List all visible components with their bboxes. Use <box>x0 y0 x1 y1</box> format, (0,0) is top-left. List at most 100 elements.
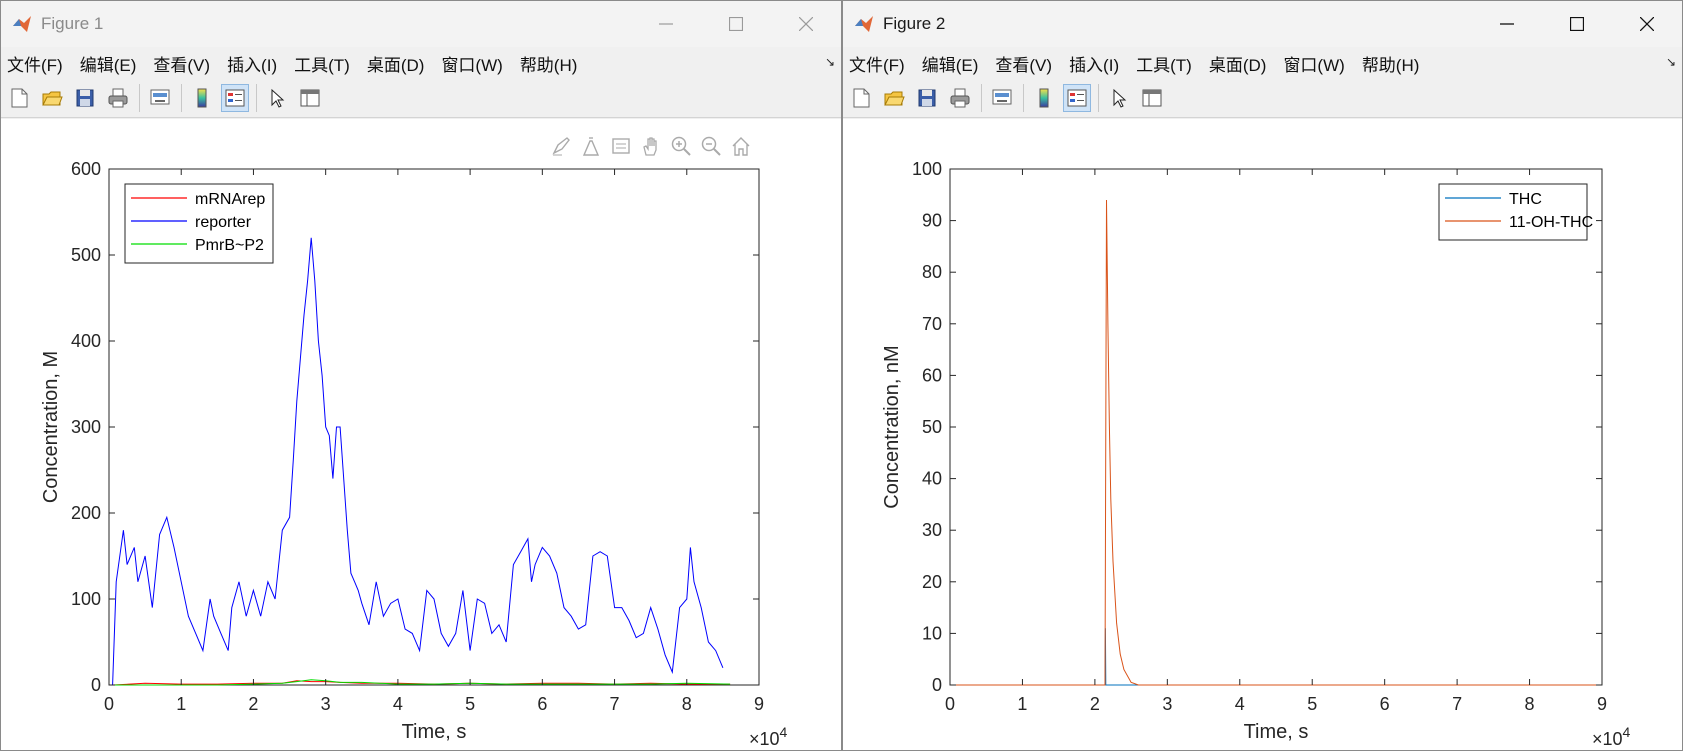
figure1-title: Figure 1 <box>41 14 104 33</box>
home-icon[interactable] <box>728 133 753 158</box>
legend: THC 11-OH-THC <box>1438 183 1593 241</box>
open-file-icon[interactable] <box>880 84 908 112</box>
menu-desktop[interactable]: 桌面(D) <box>367 51 425 76</box>
save-icon[interactable] <box>913 84 941 112</box>
figure2-menu-bar: 文件(F) 编辑(E) 查看(V) 插入(I) 工具(T) 桌面(D) 窗口(W… <box>843 47 1682 79</box>
legend-icon[interactable] <box>221 84 249 112</box>
link-plot-icon[interactable] <box>146 84 174 112</box>
legend-label-1: reporter <box>195 214 252 231</box>
x-tick-label: 6 <box>537 694 547 714</box>
toolbar-separator <box>1098 84 1099 112</box>
dock-arrow-icon[interactable]: ↘ <box>825 55 835 69</box>
minimize-icon[interactable] <box>1472 1 1542 47</box>
x-tick-label: 7 <box>610 694 620 714</box>
legend-label-0: mRNArep <box>195 191 265 208</box>
menu-edit[interactable]: 编辑(E) <box>922 51 979 76</box>
x-tick-label: 9 <box>1597 694 1607 714</box>
y-tick-label: 100 <box>912 159 942 179</box>
toolbar-separator <box>139 84 140 112</box>
maximize-icon[interactable] <box>1542 1 1612 47</box>
figure1-canvas[interactable]: 0 1 2 3 4 5 6 7 8 9 0 100 200 300 400 500 600 Time, s Conc… <box>1 119 841 750</box>
legend-label-0: THC <box>1509 191 1542 208</box>
y-tick-label: 60 <box>922 365 942 385</box>
menu-tools[interactable]: 工具(T) <box>294 51 350 76</box>
figure2-title-bar[interactable]: Figure 2 <box>843 1 1682 47</box>
y-tick-label: 300 <box>71 417 101 437</box>
figure1-title-bar[interactable]: Figure 1 <box>1 1 841 47</box>
menu-edit[interactable]: 编辑(E) <box>80 51 137 76</box>
pan-icon[interactable] <box>638 133 663 158</box>
zoom-in-icon[interactable] <box>668 133 693 158</box>
y-tick-label: 20 <box>922 572 942 592</box>
x-tick-label: 3 <box>1162 694 1172 714</box>
legend-icon[interactable] <box>1063 84 1091 112</box>
menu-insert[interactable]: 插入(I) <box>227 51 277 76</box>
y-tick-label: 200 <box>71 503 101 523</box>
colorbar-icon[interactable] <box>1030 84 1058 112</box>
x-tick-label: 3 <box>321 694 331 714</box>
legend: mRNArep reporter PmrB~P2 <box>124 183 274 264</box>
menu-window[interactable]: 窗口(W) <box>1283 51 1344 76</box>
datatip-table-icon[interactable] <box>608 133 633 158</box>
figure1-toolbar <box>1 79 841 118</box>
toolbar-separator <box>256 84 257 112</box>
y-tick-label: 0 <box>932 675 942 695</box>
x-exponent-label: ×104 <box>749 724 788 749</box>
figure2-canvas[interactable]: 0 1 2 3 4 5 6 7 8 9 0 10 20 30 40 50 60 70 80 90 100 Time, sC… <box>843 119 1682 750</box>
x-axis-label: Time, s <box>402 721 467 743</box>
close-icon[interactable] <box>1612 1 1682 47</box>
open-file-icon[interactable] <box>38 84 66 112</box>
minimize-icon[interactable] <box>631 1 701 47</box>
menu-file[interactable]: 文件(F) <box>849 51 905 76</box>
edit-plot-icon[interactable] <box>263 84 291 112</box>
figure2-window: Figure 2 文件(F) 编辑(E) 查看(V) 插入(I) 工具(T) 桌… <box>842 0 1683 751</box>
property-inspector-icon[interactable] <box>1138 84 1166 112</box>
new-figure-icon[interactable] <box>5 84 33 112</box>
menu-insert[interactable]: 插入(I) <box>1069 51 1119 76</box>
matlab-logo-icon <box>853 13 875 35</box>
edit-plot-icon[interactable] <box>1105 84 1133 112</box>
print-icon[interactable] <box>104 84 132 112</box>
y-tick-label: 90 <box>922 211 942 231</box>
menu-desktop[interactable]: 桌面(D) <box>1209 51 1267 76</box>
y-tick-label: 100 <box>71 589 101 609</box>
zoom-out-icon[interactable] <box>698 133 723 158</box>
y-tick-label: 70 <box>922 314 942 334</box>
property-inspector-icon[interactable] <box>296 84 324 112</box>
colorbar-icon[interactable] <box>188 84 216 112</box>
data-tips-icon[interactable] <box>578 133 603 158</box>
x-tick-label: 5 <box>1307 694 1317 714</box>
menu-view[interactable]: 查看(V) <box>995 51 1052 76</box>
new-figure-icon[interactable] <box>847 84 875 112</box>
menu-help[interactable]: 帮助(H) <box>520 51 578 76</box>
print-icon[interactable] <box>946 84 974 112</box>
y-tick-label: 0 <box>91 675 101 695</box>
menu-window[interactable]: 窗口(W) <box>441 51 502 76</box>
y-tick-label: 50 <box>922 417 942 437</box>
x-tick-label: 2 <box>1090 694 1100 714</box>
figure1-menu-bar: 文件(F) 编辑(E) 查看(V) 插入(I) 工具(T) 桌面(D) 窗口(W… <box>1 47 841 79</box>
x-tick-label: 5 <box>465 694 475 714</box>
maximize-icon[interactable] <box>701 1 771 47</box>
x-tick-label: 0 <box>945 694 955 714</box>
x-tick-label: 8 <box>1525 694 1535 714</box>
x-tick-label: 0 <box>104 694 114 714</box>
dock-arrow-icon[interactable]: ↘ <box>1666 55 1676 69</box>
close-icon[interactable] <box>771 1 841 47</box>
y-tick-label: 80 <box>922 262 942 282</box>
brush-icon[interactable] <box>548 133 573 158</box>
menu-view[interactable]: 查看(V) <box>153 51 210 76</box>
menu-file[interactable]: 文件(F) <box>7 51 63 76</box>
x-tick-label: 4 <box>1235 694 1245 714</box>
menu-help[interactable]: 帮助(H) <box>1362 51 1420 76</box>
figure2-title: Figure 2 <box>883 14 946 33</box>
matlab-logo-icon <box>11 13 33 35</box>
menu-tools[interactable]: 工具(T) <box>1136 51 1192 76</box>
legend-label-1: 11-OH-THC <box>1509 214 1593 231</box>
figure2-chart: 0 1 2 3 4 5 6 7 8 90102030405060708090100Time, sC… <box>881 159 1631 749</box>
y-tick-label: 600 <box>71 159 101 179</box>
figure2-toolbar <box>843 79 1682 118</box>
y-axis-label: Concentration, M <box>40 351 62 503</box>
save-icon[interactable] <box>71 84 99 112</box>
link-plot-icon[interactable] <box>988 84 1016 112</box>
